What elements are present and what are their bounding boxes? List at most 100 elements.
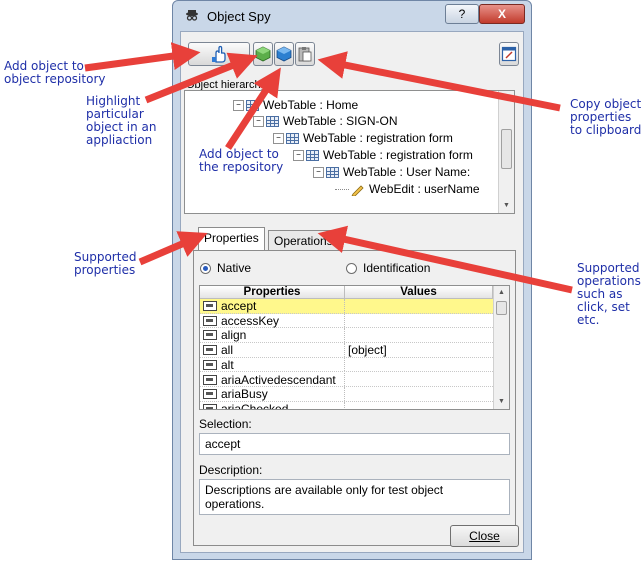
- grid-scrollbar[interactable]: ▲ ▼: [493, 286, 509, 409]
- clipboard-copy-icon: [298, 47, 312, 62]
- grid-row[interactable]: align: [200, 328, 493, 344]
- collapse-icon[interactable]: −: [293, 150, 304, 162]
- description-label: Description:: [199, 463, 263, 477]
- annotation-supported-operations: Supported operations such as click, set …: [577, 261, 641, 327]
- tree-node[interactable]: − WebTable : registration form: [273, 131, 453, 147]
- grid-row[interactable]: ariaChecked: [200, 401, 493, 410]
- property-value: [object]: [348, 343, 387, 358]
- property-icon: [203, 359, 217, 370]
- property-name: ariaBusy: [221, 387, 268, 402]
- table-icon: [326, 167, 339, 179]
- table-icon: [286, 133, 299, 145]
- selection-label: Selection:: [199, 417, 252, 431]
- collapse-icon[interactable]: −: [253, 116, 264, 128]
- tree-node-label: WebEdit : userName: [369, 182, 480, 196]
- pointing-hand-icon: [212, 45, 226, 63]
- column-header-properties[interactable]: Properties: [200, 286, 345, 299]
- description-field: Descriptions are available only for test…: [199, 479, 510, 515]
- edit-window-icon: [501, 46, 517, 62]
- property-name: all: [221, 343, 234, 358]
- tree-node[interactable]: − WebTable : User Name:: [313, 165, 470, 181]
- native-radio[interactable]: [200, 263, 211, 274]
- help-button[interactable]: ?: [445, 4, 479, 24]
- column-header-values[interactable]: Values: [345, 286, 493, 299]
- scroll-up-icon[interactable]: ▲: [494, 286, 509, 300]
- scroll-down-icon[interactable]: ▼: [494, 395, 509, 409]
- tree-node-label: WebTable : Home: [263, 98, 359, 112]
- annotation-add-the-repository: Add object to the repository: [199, 147, 284, 174]
- column-divider: [344, 343, 345, 357]
- annotation-copy: Copy object properties to clipboard: [570, 97, 642, 137]
- close-button-label: Close: [469, 529, 500, 543]
- collapse-icon[interactable]: −: [273, 133, 284, 145]
- property-icon: [203, 374, 217, 385]
- grid-row[interactable]: alt: [200, 357, 493, 373]
- tree-node[interactable]: − WebTable : registration form: [293, 148, 473, 164]
- pointing-hand-button[interactable]: [188, 42, 250, 66]
- scroll-thumb[interactable]: [501, 129, 512, 169]
- window-title: Object Spy: [207, 9, 271, 24]
- collapse-icon[interactable]: −: [313, 167, 324, 179]
- tab-operations[interactable]: Operations: [268, 230, 339, 250]
- property-name: alt: [221, 357, 234, 372]
- scroll-up-icon[interactable]: ▲: [499, 91, 514, 105]
- spy-icon: [186, 10, 198, 21]
- edit-field-icon: [351, 185, 364, 197]
- copy-to-clipboard-button[interactable]: [295, 42, 315, 66]
- column-divider: [344, 401, 345, 409]
- edit-window-button[interactable]: [499, 42, 519, 66]
- grid-row[interactable]: accessKey: [200, 313, 493, 329]
- add-to-repository-button[interactable]: [253, 42, 273, 66]
- property-icon: [203, 315, 217, 326]
- grid-row[interactable]: accept: [200, 299, 493, 314]
- identification-label: Identification: [363, 261, 431, 275]
- selection-field[interactable]: accept: [199, 433, 510, 455]
- tree-node-selected[interactable]: WebEdit : userName: [335, 182, 480, 198]
- grid-row[interactable]: ariaBusy: [200, 387, 493, 402]
- tree-node[interactable]: − WebTable : Home: [233, 98, 358, 114]
- column-divider: [344, 357, 345, 372]
- table-icon: [306, 150, 319, 162]
- annotation-add-repository: Add object to object repository: [4, 59, 106, 86]
- scroll-down-icon[interactable]: ▼: [499, 199, 514, 213]
- property-name: accept: [221, 299, 257, 313]
- cube-add-icon: [255, 46, 271, 62]
- scroll-thumb[interactable]: [496, 301, 507, 315]
- tab-properties[interactable]: Properties: [198, 227, 265, 250]
- properties-grid[interactable]: Properties Values accept accessKey align al…: [199, 285, 510, 410]
- property-icon: [203, 403, 217, 409]
- tree-connector: [335, 189, 349, 191]
- annotation-highlight: Highlight particular object in an applia…: [86, 94, 157, 147]
- hierarchy-scrollbar[interactable]: ▲ ▼: [498, 91, 514, 213]
- native-label: Native: [217, 261, 252, 275]
- window-close-button[interactable]: X: [479, 4, 525, 24]
- dialog-body: Object hierarchy − WebTable : Home − WebTa…: [180, 31, 524, 553]
- table-icon: [266, 116, 279, 128]
- property-icon: [203, 389, 217, 400]
- cube-highlight-icon: [276, 46, 292, 62]
- column-divider: [344, 299, 345, 313]
- collapse-icon[interactable]: −: [233, 100, 244, 112]
- annotation-supported-properties: Supported properties: [74, 250, 137, 277]
- column-divider: [344, 313, 345, 328]
- property-name: ariaActivedescendant: [221, 372, 336, 387]
- column-divider: [344, 328, 345, 343]
- object-spy-window: Object Spy ? X Object hierarchy − WebTab…: [172, 0, 532, 560]
- grid-row[interactable]: all [object]: [200, 343, 493, 358]
- column-divider: [344, 387, 345, 401]
- tree-node-label: WebTable : registration form: [323, 148, 473, 162]
- grid-row[interactable]: ariaActivedescendant: [200, 372, 493, 388]
- property-name: ariaChecked: [221, 401, 289, 410]
- property-icon: [203, 345, 217, 356]
- identification-radio[interactable]: [346, 263, 357, 274]
- tree-node-label: WebTable : registration form: [303, 131, 453, 145]
- close-button[interactable]: Close: [450, 525, 519, 547]
- tree-node[interactable]: − WebTable : SIGN-ON: [253, 114, 397, 130]
- table-icon: [246, 100, 259, 112]
- highlight-object-button[interactable]: [274, 42, 294, 66]
- title-bar[interactable]: Object Spy ? X: [173, 1, 531, 31]
- tree-node-label: WebTable : User Name:: [343, 165, 471, 179]
- properties-panel: Native Identification Properties Values …: [193, 250, 516, 546]
- property-name: accessKey: [221, 313, 280, 328]
- property-icon: [203, 330, 217, 341]
